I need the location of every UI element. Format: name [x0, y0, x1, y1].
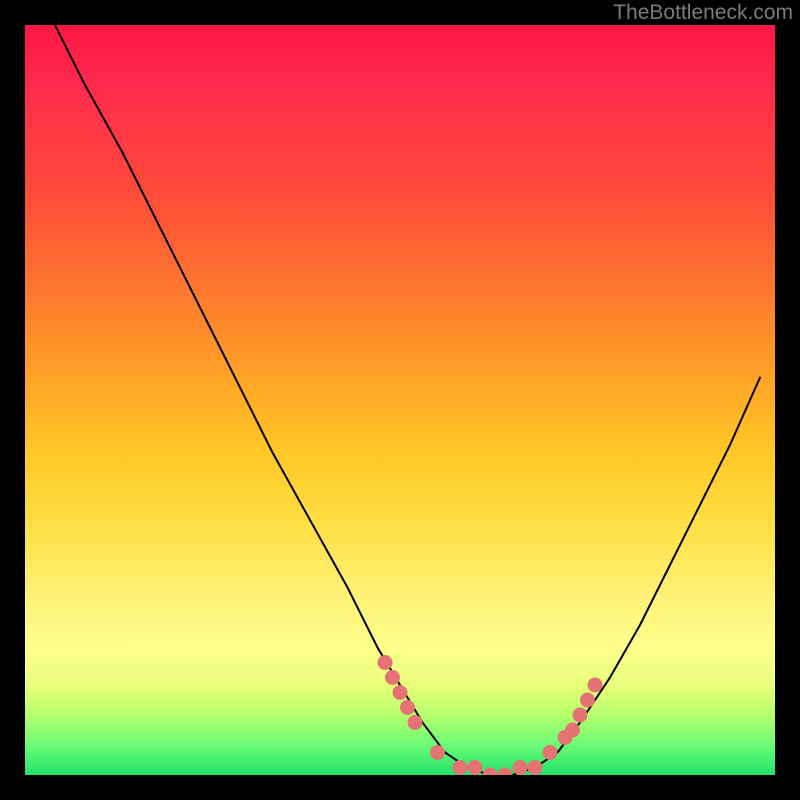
plot-area: [25, 25, 775, 775]
optimal-dot: [378, 656, 392, 670]
optimal-dot: [393, 686, 407, 700]
optimal-dot: [453, 761, 467, 775]
optimal-dot: [543, 746, 557, 760]
optimal-dot: [408, 716, 422, 730]
optimal-dot: [468, 761, 482, 775]
attribution-text: TheBottleneck.com: [613, 1, 793, 25]
optimal-dot: [431, 746, 445, 760]
optimal-dot: [588, 678, 602, 692]
optimal-dot: [386, 671, 400, 685]
optimal-dot: [401, 701, 415, 715]
chart-frame: TheBottleneck.com: [0, 0, 800, 800]
chart-svg: [25, 25, 775, 775]
optimal-dot: [566, 723, 580, 737]
optimal-dot: [528, 761, 542, 775]
bottleneck-curve: [55, 25, 760, 775]
optimal-dot: [513, 761, 527, 775]
optimal-dot: [483, 768, 497, 775]
optimal-dot: [581, 693, 595, 707]
optimal-dot: [498, 768, 512, 775]
optimal-dot: [573, 708, 587, 722]
optimal-dots-group: [378, 656, 602, 776]
